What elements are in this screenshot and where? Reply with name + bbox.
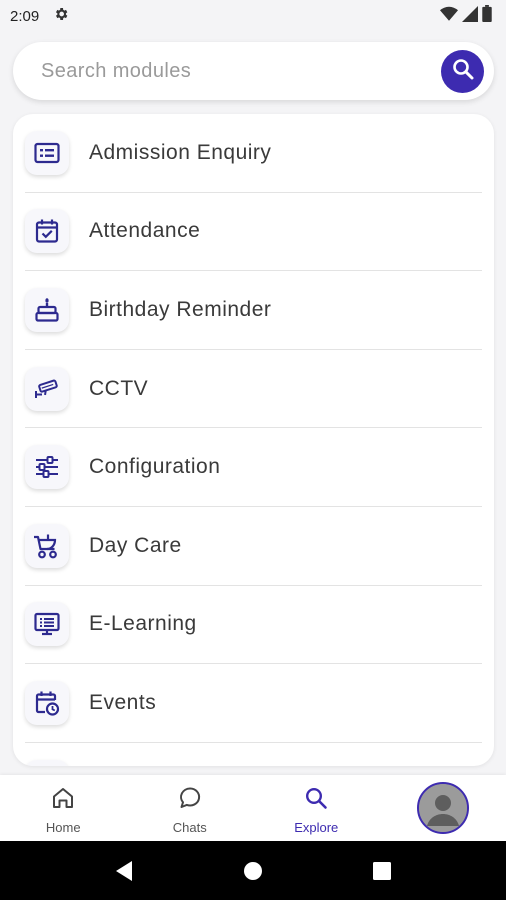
module-birthday-reminder[interactable]: Birthday Reminder	[25, 271, 482, 350]
module-label: Day Care	[89, 533, 182, 557]
search-input[interactable]	[41, 59, 441, 83]
search-bar[interactable]	[13, 42, 494, 100]
search-icon	[451, 57, 475, 86]
module-label: Attendance	[89, 219, 201, 243]
modules-card: Admission Enquiry Attendance Birthday Re…	[13, 114, 494, 766]
chat-bubble-icon	[177, 785, 203, 816]
nav-home[interactable]: Home	[0, 775, 127, 841]
recents-icon[interactable]	[362, 851, 402, 891]
calendar-check-icon	[25, 209, 69, 254]
stroller-icon	[25, 523, 69, 568]
home-circle-icon[interactable]	[233, 851, 273, 891]
module-e-learning[interactable]: E-Learning	[25, 586, 482, 665]
settings-icon	[53, 6, 69, 26]
module-attendance[interactable]: Attendance	[25, 193, 482, 272]
module-label: E-Learning	[89, 612, 197, 636]
bottom-nav: Home Chats Explore	[0, 775, 506, 841]
status-bar: 2:09	[0, 0, 506, 32]
module-label: Admission Enquiry	[89, 140, 272, 164]
status-time: 2:09	[10, 7, 40, 25]
cake-icon	[25, 287, 69, 332]
nav-explore[interactable]: Explore	[253, 775, 380, 841]
wifi-icon	[440, 6, 458, 27]
module-label: CCTV	[89, 376, 149, 400]
monitor-icon	[25, 602, 69, 647]
module-admission-enquiry[interactable]: Admission Enquiry	[25, 114, 482, 193]
module-icon-partial	[25, 760, 69, 766]
back-icon[interactable]	[104, 851, 144, 891]
module-events[interactable]: Events	[25, 664, 482, 743]
modules-list: Admission Enquiry Attendance Birthday Re…	[25, 114, 482, 766]
search-icon	[303, 785, 329, 816]
form-list-icon	[25, 130, 69, 175]
module-label: Configuration	[89, 455, 221, 479]
home-icon	[50, 785, 76, 816]
module-label: Events	[89, 690, 157, 714]
nav-chats[interactable]: Chats	[127, 775, 254, 841]
nav-chats-label: Chats	[172, 820, 207, 835]
sliders-icon	[25, 445, 69, 490]
system-nav-bar	[0, 841, 506, 900]
user-avatar-icon[interactable]	[416, 782, 469, 834]
module-partial-next[interactable]	[25, 743, 482, 766]
battery-icon	[482, 5, 492, 27]
module-label: Birthday Reminder	[89, 297, 272, 321]
nav-explore-label: Explore	[294, 820, 339, 835]
nav-home-label: Home	[45, 820, 81, 835]
module-configuration[interactable]: Configuration	[25, 428, 482, 507]
module-cctv[interactable]: CCTV	[25, 350, 482, 429]
cctv-camera-icon	[25, 366, 69, 411]
calendar-clock-icon	[25, 680, 69, 725]
search-button[interactable]	[441, 49, 484, 93]
signal-icon	[462, 5, 478, 27]
module-day-care[interactable]: Day Care	[25, 507, 482, 586]
nav-profile[interactable]	[380, 775, 506, 841]
